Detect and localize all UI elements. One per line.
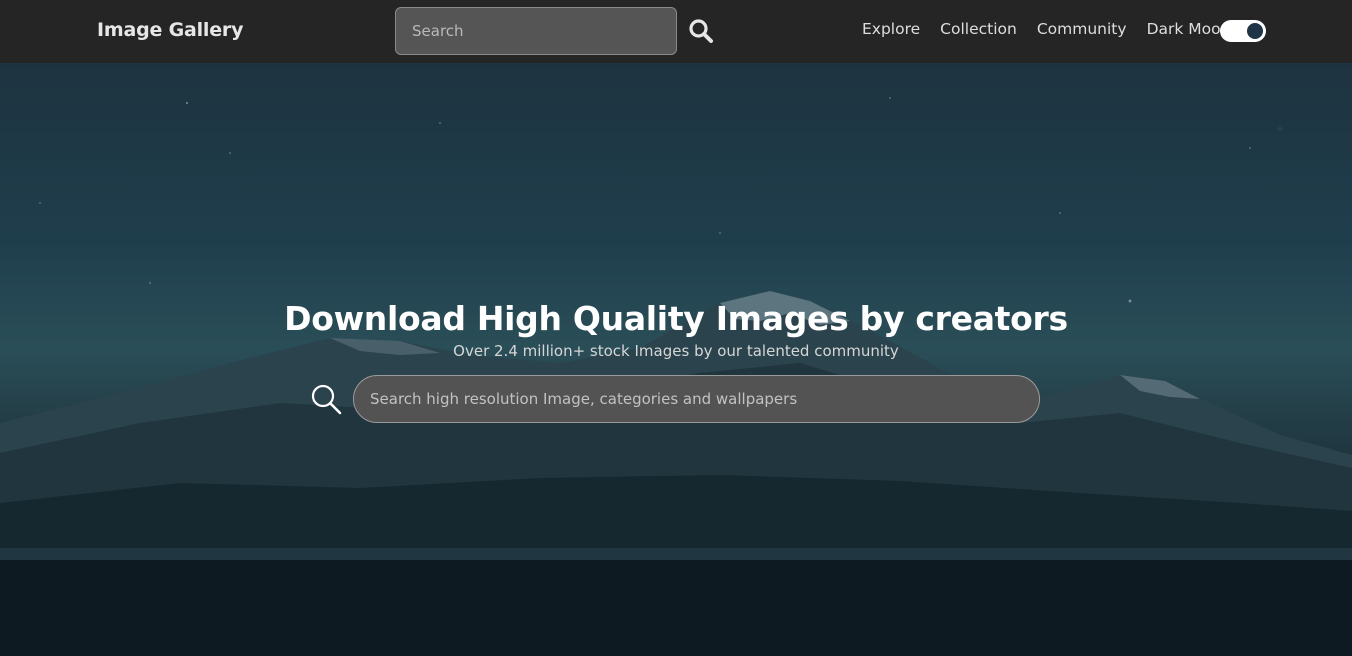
search-icon[interactable] [310,383,342,415]
hero-subtitle: Over 2.4 million+ stock Images by our ta… [453,342,899,360]
brand-logo[interactable]: Image Gallery [97,19,243,41]
search-icon[interactable] [688,18,714,44]
hero-search-input[interactable] [353,375,1040,423]
hero-title: Download High Quality Images by creators [284,299,1068,338]
nav-link-explore[interactable]: Explore [862,20,920,38]
navbar: Image Gallery Explore Collection Communi… [0,0,1352,63]
nav-link-collection[interactable]: Collection [940,20,1017,38]
dark-mode-label: Dark Mood [1146,20,1231,38]
hero-content: Download High Quality Images by creators… [0,299,1352,360]
dark-mode-toggle[interactable] [1220,20,1266,42]
nav-search-input[interactable] [395,7,677,55]
toggle-knob [1247,23,1263,39]
hero-section: Download High Quality Images by creators… [0,63,1352,656]
nav-link-community[interactable]: Community [1037,20,1127,38]
nav-links: Explore Collection Community Dark Mood [862,20,1230,38]
